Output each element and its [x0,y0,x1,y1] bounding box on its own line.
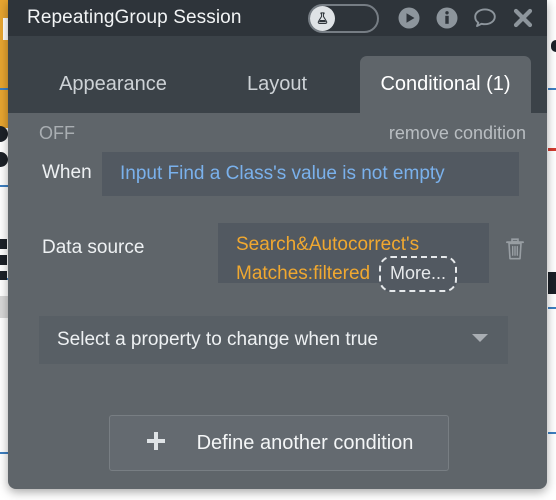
property-editor-panel: RepeatingGroup Session Appearance Layout… [8,0,547,489]
close-button[interactable] [510,5,536,31]
condition-state-label[interactable]: OFF [39,123,75,144]
when-expression-value: Input Find a Class's value is not empty [120,163,445,184]
tab-layout[interactable]: Layout [216,56,338,113]
conditional-tab-content: OFF remove condition When Input Find a C… [8,113,547,489]
tab-conditional[interactable]: Conditional (1) [360,56,531,113]
property-select-placeholder: Select a property to change when true [57,329,379,350]
define-another-condition-label: Define another condition [196,431,414,454]
datasource-value-line-1: Search&Autocorrect's [236,234,420,255]
datasource-label: Data source [42,237,145,258]
datasource-expression-field[interactable]: Search&Autocorrect's Matches:filtered Mo… [218,223,489,292]
preview-button[interactable] [396,5,422,31]
info-button[interactable] [434,5,460,31]
delete-property-button[interactable] [502,234,528,264]
background-text-fragment [0,152,8,167]
background-rule [548,307,556,309]
panel-titlebar: RepeatingGroup Session [8,0,547,36]
panel-title: RepeatingGroup Session [27,7,242,28]
trash-icon [506,237,524,259]
background-text-fragment [551,40,556,52]
define-another-condition-button[interactable]: Define another condition [109,415,449,471]
datasource-more-chip[interactable]: More... [379,256,458,292]
titlebar-actions [308,3,536,33]
flask-icon [310,5,335,31]
property-select-dropdown[interactable]: Select a property to change when true [39,316,508,364]
background-panel-fragment [0,296,8,318]
plus-icon [145,430,167,457]
when-expression-field[interactable]: Input Find a Class's value is not empty [102,152,519,196]
tab-appearance[interactable]: Appearance [30,56,196,113]
remove-condition-link[interactable]: remove condition [389,123,526,144]
debug-toggle[interactable] [308,3,379,33]
background-text-fragment [548,272,556,294]
background-text-fragment [0,271,7,280]
condition-header-row: OFF remove condition [8,121,547,151]
background-rule [548,88,556,90]
chevron-down-icon [470,331,490,349]
tab-strip: Appearance Layout Conditional (1) [8,36,547,113]
when-label: When [42,162,92,183]
comment-button[interactable] [472,5,498,31]
background-text-fragment [0,239,7,249]
background-rule [548,432,556,434]
background-text-fragment [0,126,8,142]
background-marker [548,148,556,151]
background-text-fragment [0,255,7,265]
